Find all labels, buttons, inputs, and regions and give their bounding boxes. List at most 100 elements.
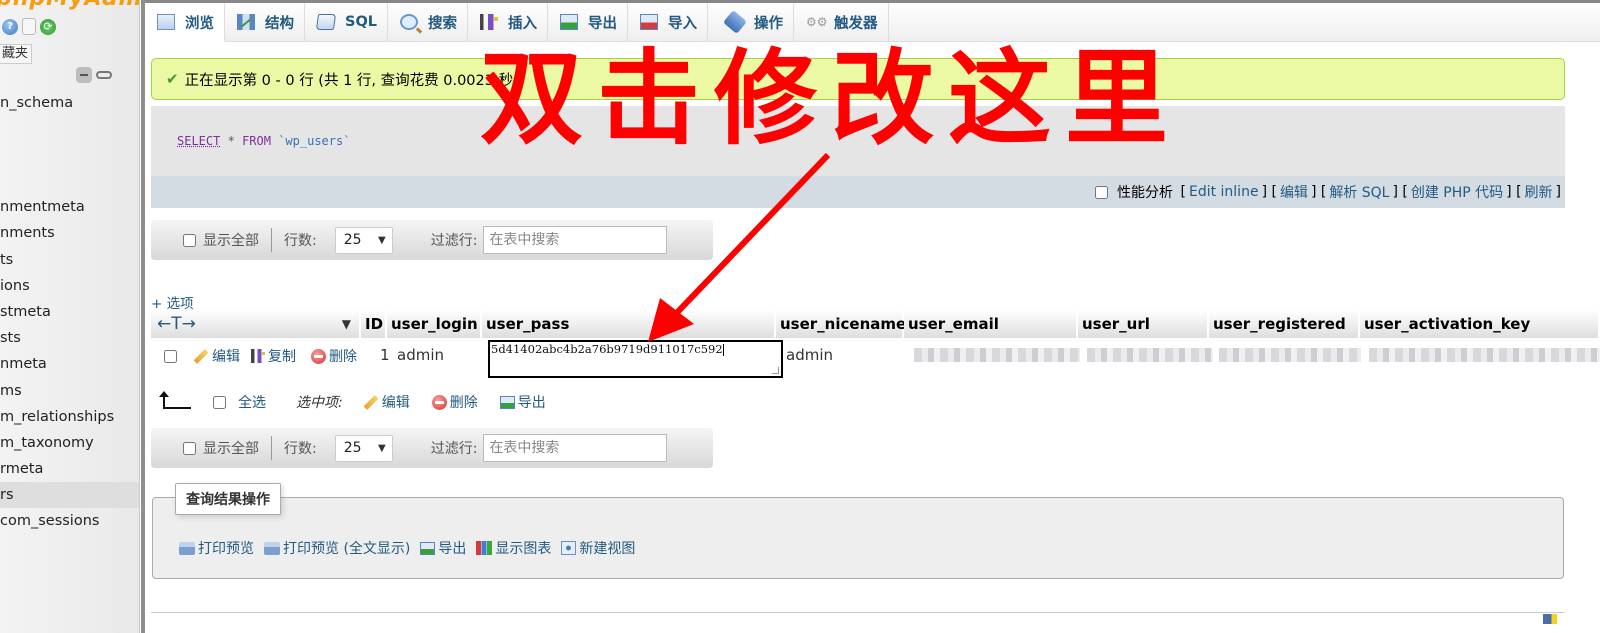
console-icon[interactable]: [1543, 614, 1557, 624]
select-all-label[interactable]: 全选: [238, 392, 266, 412]
bulk-edit-button[interactable]: 编辑: [363, 392, 410, 412]
column-header-user-activation-key[interactable]: user_activation_key: [1360, 310, 1600, 338]
tab-browse[interactable]: 浏览: [145, 3, 225, 42]
tab-triggers[interactable]: ⚙⚙ 触发器: [794, 3, 889, 41]
rows-label: 行数:: [284, 441, 317, 457]
show-all-checkbox[interactable]: [183, 233, 196, 247]
column-header-id[interactable]: ID: [361, 310, 387, 338]
tab-structure[interactable]: 结构: [225, 3, 305, 41]
sort-dropdown-icon[interactable]: ▼: [342, 317, 351, 331]
documentation-icon[interactable]: [22, 18, 36, 35]
row-edit-button[interactable]: 编辑: [193, 346, 240, 366]
printer-icon: [264, 541, 280, 555]
print-preview-full-link[interactable]: 打印预览 (全文显示): [264, 538, 410, 558]
cell-user-login[interactable]: admin: [397, 346, 444, 364]
sidebar-item[interactable]: com_sessions: [0, 508, 139, 534]
sidebar-item-active[interactable]: rs: [0, 482, 139, 509]
tab-insert[interactable]: 插入: [468, 3, 549, 41]
cell-id[interactable]: 1: [380, 346, 390, 364]
column-header-user-email[interactable]: user_email: [904, 310, 1078, 338]
tab-sql[interactable]: SQL: [305, 3, 389, 41]
filter-rows-input[interactable]: 在表中搜索: [483, 434, 668, 462]
sidebar-item[interactable]: m_relationships: [0, 404, 139, 430]
edit-sql-link[interactable]: 编辑: [1280, 182, 1308, 202]
column-header-user-nicename[interactable]: user_nicename: [776, 310, 906, 338]
phpmyadmin-logo[interactable]: phpMyAdmin: [0, 0, 139, 11]
reload-icon[interactable]: ⟳: [40, 18, 56, 35]
display-chart-link[interactable]: 显示图表: [476, 538, 551, 558]
sidebar-item[interactable]: stmeta: [0, 299, 139, 325]
sidebar-item[interactable]: nments: [0, 220, 139, 246]
tab-operations[interactable]: 操作: [708, 3, 795, 41]
filter-rows-input[interactable]: 在表中搜索: [483, 226, 668, 254]
link-with-main-icon[interactable]: [96, 71, 112, 79]
collapse-all-icon[interactable]: [76, 67, 92, 83]
create-php-code-link[interactable]: 创建 PHP 代码: [1411, 182, 1503, 202]
tab-label: 浏览: [185, 15, 214, 32]
column-header-user-login[interactable]: user_login: [387, 310, 482, 338]
cell-user-registered-redacted[interactable]: [1219, 348, 1361, 362]
refresh-link[interactable]: 刷新: [1525, 182, 1553, 202]
print-preview-label: 打印预览: [198, 541, 254, 557]
sidebar-icon-row: ? ⟳: [2, 18, 56, 35]
export-results-link[interactable]: 导出: [420, 538, 466, 558]
rows-select[interactable]: 25 ▼: [334, 434, 393, 462]
row-delete-button[interactable]: 删除: [311, 346, 357, 366]
navigation-bar-top: 显示全部 行数: 25 ▼ 过滤行: 在表中搜索: [151, 220, 713, 260]
rows-label: 行数:: [284, 233, 317, 249]
search-icon: [400, 14, 419, 30]
query-results-operations-items: 打印预览 打印预览 (全文显示) 导出 显示图表 新建视图: [179, 538, 635, 558]
show-all-checkbox[interactable]: [183, 441, 196, 455]
divider: [271, 228, 272, 252]
navigation-bar-bottom: 显示全部 行数: 25 ▼ 过滤行: 在表中搜索: [151, 428, 713, 468]
cell-user-url-redacted[interactable]: [1087, 348, 1213, 362]
export-icon: [499, 395, 515, 409]
cell-user-email-redacted[interactable]: [914, 348, 1080, 362]
sidebar-item[interactable]: sts: [0, 325, 139, 351]
delete-icon: [431, 394, 447, 410]
tab-export[interactable]: 导出: [548, 3, 629, 41]
rows-select[interactable]: 25 ▼: [334, 226, 393, 254]
profiling-checkbox[interactable]: [1095, 185, 1109, 199]
sidebar-item[interactable]: nmentmeta: [0, 194, 139, 220]
column-header-user-registered[interactable]: user_registered: [1209, 310, 1360, 338]
print-preview-link[interactable]: 打印预览: [179, 538, 254, 558]
column-header-user-pass[interactable]: user_pass: [482, 310, 776, 338]
column-arrows-icon[interactable]: ←T→: [157, 314, 196, 334]
sidebar-item[interactable]: nmeta: [0, 351, 139, 377]
tab-label: 导入: [668, 15, 698, 32]
cell-user-nicename[interactable]: admin: [786, 346, 833, 364]
column-header-user-url[interactable]: user_url: [1078, 310, 1209, 338]
row-copy-button[interactable]: 复制: [251, 346, 296, 366]
tab-search[interactable]: 搜索: [388, 3, 469, 41]
sidebar-item[interactable]: n_schema: [0, 90, 139, 116]
edit-inline-link[interactable]: Edit inline: [1189, 184, 1259, 200]
bulk-delete-label: 删除: [449, 395, 478, 411]
favorites-tab[interactable]: 藏夹: [0, 44, 33, 64]
bulk-delete-button[interactable]: 删除: [431, 392, 478, 412]
cell-user-activation-key-redacted[interactable]: [1369, 348, 1600, 362]
sql-star: *: [227, 134, 235, 148]
sidebar-item[interactable]: m_taxonomy: [0, 430, 139, 456]
options-toggle[interactable]: + 选项: [151, 292, 194, 312]
create-view-link[interactable]: 新建视图: [561, 538, 635, 558]
sql-keyword-select[interactable]: SELECT: [177, 134, 220, 148]
pencil-icon: [363, 394, 379, 410]
explain-sql-link[interactable]: 解析 SQL: [1329, 182, 1389, 202]
show-all-label: 显示全部: [203, 233, 259, 249]
tab-label: 插入: [508, 15, 538, 32]
sidebar-item[interactable]: ms: [0, 378, 139, 404]
bulk-export-button[interactable]: 导出: [499, 392, 546, 412]
copy-label: 复制: [268, 349, 296, 365]
row-checkbox[interactable]: [164, 350, 177, 363]
resize-grip[interactable]: [772, 367, 779, 374]
tab-label: 触发器: [834, 15, 878, 32]
sidebar-item[interactable]: rmeta: [0, 456, 139, 482]
select-all-checkbox[interactable]: [213, 395, 226, 409]
user-pass-edit-textarea[interactable]: 5d41402abc4b2a76b9719d911017c592: [488, 340, 783, 378]
tab-import[interactable]: 导入: [628, 3, 709, 41]
help-icon[interactable]: ?: [2, 18, 18, 35]
sidebar-item[interactable]: ts: [0, 247, 139, 273]
success-text: 正在显示第 0 - 0 行 (共 1 行, 查询花费 0.0023 秒。: [184, 72, 528, 89]
sidebar-item[interactable]: ions: [0, 273, 139, 299]
